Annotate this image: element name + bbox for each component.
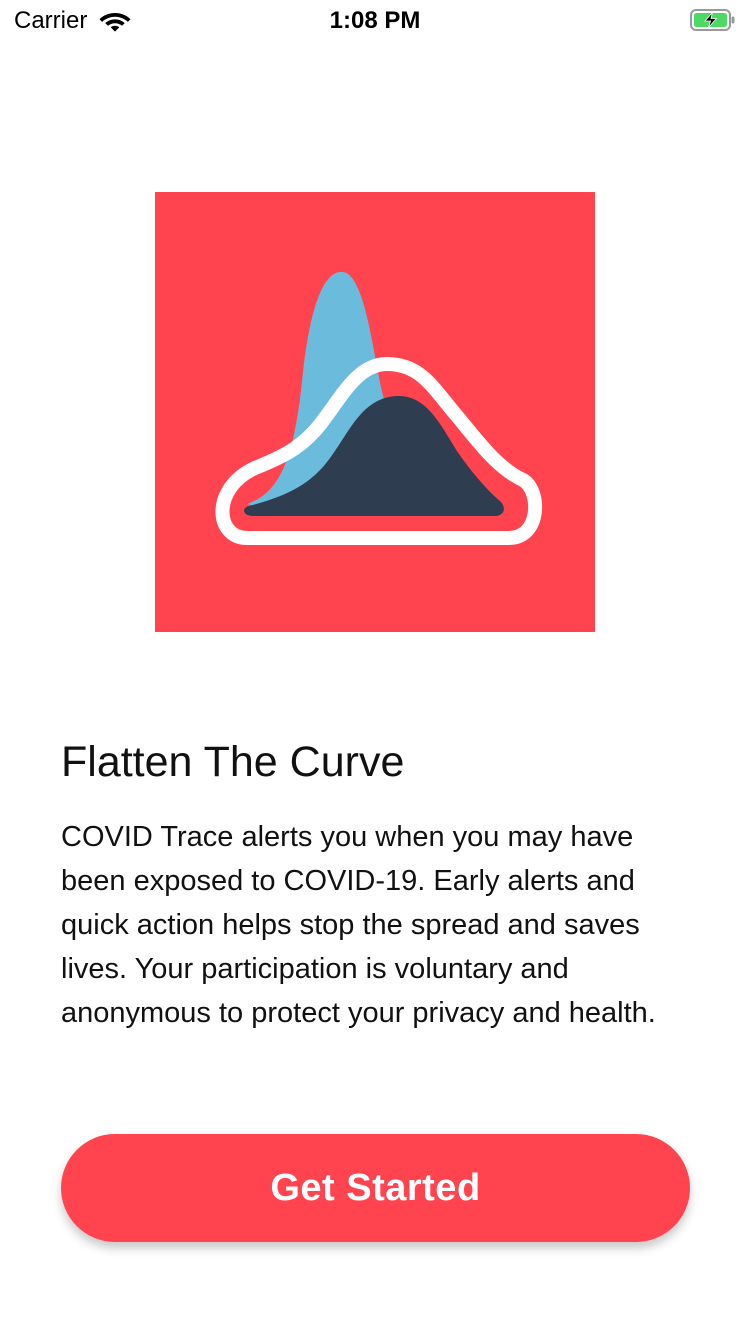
hero-illustration — [155, 192, 595, 632]
status-time: 1:08 PM — [329, 7, 421, 34]
battery-charging-icon — [690, 9, 735, 31]
page-title: Flatten The Curve — [61, 738, 405, 786]
flatten-curve-illustration — [215, 271, 543, 545]
description-text: COVID Trace alerts you when you may have… — [61, 821, 656, 1029]
status-bar: Carrier 1:08 PM — [0, 0, 750, 40]
get-started-button[interactable]: Get Started — [61, 1134, 690, 1242]
